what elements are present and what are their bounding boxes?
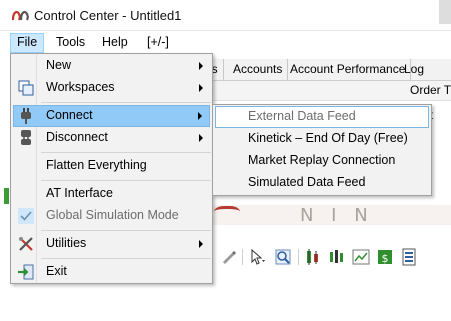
svg-text:$: $ — [382, 252, 389, 265]
disconnect-plug-icon — [21, 130, 31, 145]
menu-item-label: Flatten Everything — [46, 158, 147, 172]
submenu-arrow-icon — [198, 112, 202, 120]
menu-item-label: Disconnect — [46, 130, 108, 144]
indicators-icon[interactable] — [352, 248, 370, 266]
menu-item-label: Global Simulation Mode — [46, 208, 179, 222]
menu-item-disconnect[interactable]: Disconnect — [13, 127, 210, 149]
connect-submenu: External Data Feed Kinetick – End Of Day… — [212, 104, 432, 196]
workspaces-icon — [18, 80, 34, 96]
tab-accounts[interactable]: Accounts — [228, 59, 289, 81]
orders-column-header: Order T — [410, 83, 451, 97]
menu-item-label: Workspaces — [46, 80, 115, 94]
menu-expand-collapse[interactable]: [+/-] — [141, 33, 175, 53]
connect-plug-icon — [21, 108, 31, 124]
submenu-item-label: External Data Feed — [248, 109, 356, 123]
bar-type-icon[interactable] — [304, 248, 322, 266]
control-center-tabs: ns Accounts Account Performance Log — [200, 59, 451, 81]
pointer-cursor-icon[interactable] — [248, 248, 266, 266]
submenu-item-kinetick[interactable]: Kinetick – End Of Day (Free) — [215, 128, 429, 150]
menu-item-label: Utilities — [46, 236, 87, 250]
zoom-icon[interactable] — [274, 248, 292, 266]
submenu-item-label: Simulated Data Feed — [248, 175, 366, 189]
window-control-edge[interactable] — [439, 0, 451, 24]
tab-log[interactable]: Log — [399, 59, 429, 81]
menu-item-exit[interactable]: Exit — [13, 261, 210, 283]
menu-help[interactable]: Help — [96, 33, 134, 53]
menu-item-label: Connect — [46, 108, 93, 122]
submenu-item-label: Kinetick – End Of Day (Free) — [248, 131, 408, 145]
window-title: Control Center - Untitled1 — [34, 8, 182, 23]
splash-text: N I N — [300, 205, 374, 226]
tab-account-performance[interactable]: Account Performance — [285, 59, 412, 81]
strategy-icon[interactable]: $ — [376, 248, 394, 266]
submenu-arrow-icon — [199, 134, 203, 142]
submenu-item-market-replay[interactable]: Market Replay Connection — [215, 150, 429, 172]
pencil-draw-icon[interactable] — [220, 248, 238, 266]
exit-icon — [18, 264, 34, 280]
title-bar: Control Center - Untitled1 — [0, 0, 451, 31]
submenu-arrow-icon — [199, 240, 203, 248]
submenu-item-label: Market Replay Connection — [248, 153, 396, 167]
utilities-tools-icon — [19, 237, 33, 251]
menu-item-label: Exit — [46, 264, 67, 278]
chart-toolbar: $ — [210, 246, 451, 268]
connection-status-indicator — [4, 188, 9, 204]
menubar: File Tools Help [+/-] — [0, 32, 451, 54]
properties-icon[interactable] — [400, 248, 418, 266]
submenu-arrow-icon — [199, 84, 203, 92]
file-menu-dropdown: New Workspaces Connect Disconnect Flatte… — [10, 53, 213, 284]
menu-tools[interactable]: Tools — [50, 33, 91, 53]
submenu-arrow-icon — [199, 62, 203, 70]
menu-item-at-interface[interactable]: AT Interface — [13, 183, 210, 205]
menu-item-utilities[interactable]: Utilities — [13, 233, 210, 255]
menu-item-flatten-everything[interactable]: Flatten Everything — [13, 155, 210, 177]
menu-item-label: AT Interface — [46, 186, 113, 200]
menu-file[interactable]: File — [10, 33, 45, 53]
menu-item-global-simulation-mode[interactable]: Global Simulation Mode — [13, 205, 210, 227]
menu-item-connect[interactable]: Connect — [13, 105, 210, 127]
menu-item-new[interactable]: New — [13, 55, 210, 77]
submenu-item-external-data-feed[interactable]: External Data Feed — [215, 106, 429, 128]
data-series-icon[interactable] — [328, 248, 346, 266]
app-logo-icon — [11, 10, 29, 21]
splash-logo-mark — [214, 206, 240, 220]
menu-item-workspaces[interactable]: Workspaces — [13, 77, 210, 99]
checkmark-icon — [18, 208, 34, 224]
submenu-item-simulated-data-feed[interactable]: Simulated Data Feed — [215, 172, 429, 194]
menu-item-label: New — [46, 58, 72, 72]
